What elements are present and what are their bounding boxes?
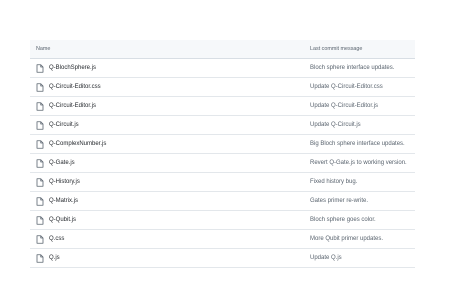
- file-link[interactable]: Q.css: [49, 236, 64, 242]
- commit-message-link[interactable]: Bloch sphere goes color.: [310, 217, 415, 223]
- file-link[interactable]: Q-BlochSphere.js: [49, 65, 96, 71]
- file-name-cell: Q-Qubit.js: [30, 215, 310, 225]
- file-icon: [36, 196, 44, 206]
- file-name-cell: Q-History.js: [30, 177, 310, 187]
- commit-message-link[interactable]: Big Bloch sphere interface updates.: [310, 141, 415, 147]
- table-row: Q-BlochSphere.js Bloch sphere interface u…: [30, 59, 415, 78]
- file-name-cell: Q.js: [30, 253, 310, 263]
- table-row: Q-Circuit-Editor.js Update Q-Circuit-Edit…: [30, 97, 415, 116]
- column-header-commit-message: Last commit message: [310, 46, 363, 52]
- file-icon: [36, 177, 44, 187]
- table-header: Name Last commit message: [30, 40, 415, 59]
- commit-message-link[interactable]: Gates primer re-write.: [310, 198, 415, 204]
- file-link[interactable]: Q-History.js: [49, 179, 80, 185]
- file-icon: [36, 158, 44, 168]
- file-name-cell: Q-BlochSphere.js: [30, 63, 310, 73]
- file-name-cell: Q-Circuit-Editor.js: [30, 101, 310, 111]
- table-row: Q.css More Qubit primer updates.: [30, 230, 415, 249]
- file-icon: [36, 120, 44, 130]
- file-icon: [36, 63, 44, 73]
- file-link[interactable]: Q-ComplexNumber.js: [49, 141, 106, 147]
- file-icon: [36, 253, 44, 263]
- commit-message-link[interactable]: Update Q-Circuit-Editor.js: [310, 103, 415, 109]
- table-row: Q-History.js Fixed history bug.: [30, 173, 415, 192]
- table-body: Q-BlochSphere.js Bloch sphere interface u…: [30, 59, 415, 268]
- file-name-cell: Q-Gate.js: [30, 158, 310, 168]
- file-name-cell: Q-Circuit-Editor.css: [30, 82, 310, 92]
- commit-message-link[interactable]: Update Q.js: [310, 255, 415, 261]
- table-row: Q-Gate.js Revert Q-Gate.js to working ver…: [30, 154, 415, 173]
- commit-message-link[interactable]: Update Q-Circuit-Editor.css: [310, 84, 415, 90]
- file-link[interactable]: Q-Circuit-Editor.js: [49, 103, 96, 109]
- file-link[interactable]: Q-Matrix.js: [49, 198, 78, 204]
- file-link[interactable]: Q-Circuit.js: [49, 122, 79, 128]
- file-icon: [36, 101, 44, 111]
- file-link[interactable]: Q-Gate.js: [49, 160, 75, 166]
- table-row: Q.js Update Q.js: [30, 249, 415, 268]
- table-row: Q-Qubit.js Bloch sphere goes color.: [30, 211, 415, 230]
- table-row: Q-Matrix.js Gates primer re-write.: [30, 192, 415, 211]
- file-icon: [36, 139, 44, 149]
- file-name-cell: Q-ComplexNumber.js: [30, 139, 310, 149]
- file-icon: [36, 215, 44, 225]
- commit-message-link[interactable]: Fixed history bug.: [310, 179, 415, 185]
- table-row: Q-Circuit-Editor.css Update Q-Circuit-Edi…: [30, 78, 415, 97]
- file-link[interactable]: Q.js: [49, 255, 60, 261]
- commit-message-link[interactable]: Bloch sphere interface updates.: [310, 65, 415, 71]
- file-name-cell: Q-Matrix.js: [30, 196, 310, 206]
- file-link[interactable]: Q-Qubit.js: [49, 217, 76, 223]
- table-row: Q-Circuit.js Update Q-Circuit.js: [30, 116, 415, 135]
- file-name-cell: Q.css: [30, 234, 310, 244]
- commit-message-link[interactable]: More Qubit primer updates.: [310, 236, 415, 242]
- table-row: Q-ComplexNumber.js Big Bloch sphere inter…: [30, 135, 415, 154]
- commit-message-link[interactable]: Revert Q-Gate.js to working version.: [310, 160, 415, 166]
- commit-message-link[interactable]: Update Q-Circuit.js: [310, 122, 415, 128]
- file-icon: [36, 82, 44, 92]
- column-header-name: Name: [36, 46, 51, 52]
- file-icon: [36, 234, 44, 244]
- file-name-cell: Q-Circuit.js: [30, 120, 310, 130]
- file-link[interactable]: Q-Circuit-Editor.css: [49, 84, 101, 90]
- file-table: Name Last commit message Q-BlochSphere.j…: [30, 40, 415, 268]
